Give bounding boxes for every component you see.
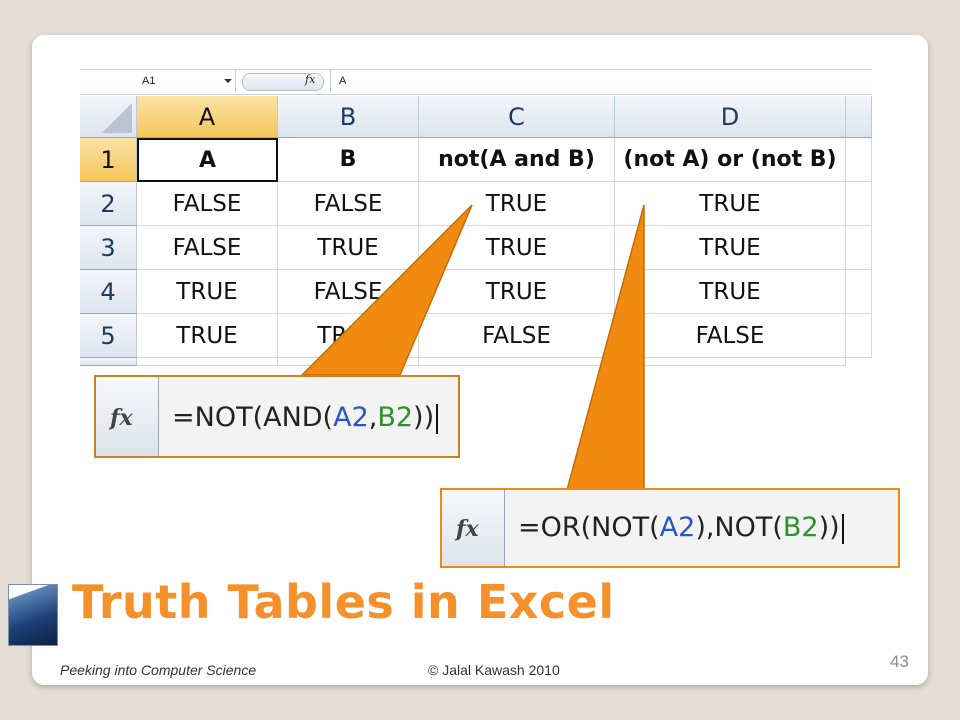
function-icon: fx [456,516,479,542]
formula-ref-a2: A2 [333,402,369,433]
slide: A1 fx A A B C D 1 2 3 4 5 A B not(A and … [32,35,928,685]
slide-title: Truth Tables in Excel [72,575,615,629]
function-button[interactable]: fx [442,490,505,566]
formula-callout-1: fx =NOT(AND(A2,B2)) [94,375,460,458]
text-cursor [436,403,439,434]
page-number: 43 [890,652,909,671]
callout-pointer-1 [300,204,473,376]
formula-fn-text: =OR(NOT( [518,512,660,543]
formula-text-1: =NOT(AND(A2,B2)) [172,402,439,434]
formula-text-2: =OR(NOT(A2),NOT(B2)) [518,512,844,544]
callout-pointer-2 [566,204,645,491]
text-cursor [841,513,844,544]
function-icon: fx [110,405,133,431]
formula-ref-b2: B2 [377,402,414,433]
formula-separator: ),NOT( [695,512,783,543]
footer-center: © Jalal Kawash 2010 [428,662,560,678]
formula-ref-b2: B2 [782,512,819,543]
footer-left: Peeking into Computer Science [60,662,257,678]
formula-ref-a2: A2 [659,512,696,543]
formula-fn-text: =NOT(AND( [172,402,334,433]
formula-close: )) [818,512,840,543]
formula-callout-2: fx =OR(NOT(A2),NOT(B2)) [440,488,900,568]
function-button[interactable]: fx [96,377,159,456]
formula-close: )) [413,402,435,433]
book-cover-image [8,584,58,646]
